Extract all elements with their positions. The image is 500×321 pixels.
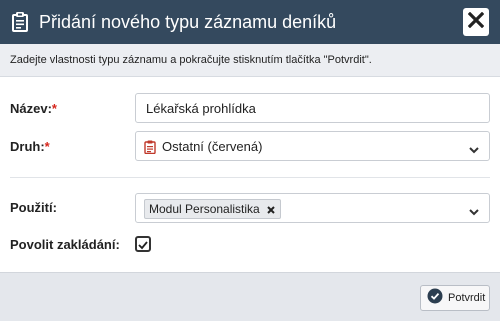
check-icon [137, 238, 149, 256]
divider [10, 177, 490, 178]
dialog-titlebar: Přidání nového typu záznamu deníků [0, 0, 500, 44]
allow-creation-checkbox[interactable] [135, 236, 151, 252]
check-circle-icon [427, 288, 443, 309]
kind-label-text: Druh: [10, 139, 45, 154]
clipboard-icon [144, 140, 156, 159]
dialog-footer: Potvrdit [0, 272, 500, 321]
name-label-text: Název: [10, 101, 52, 116]
dialog-title: Přidání nového typu záznamu deníků [39, 12, 337, 32]
usage-tag-label: Modul Personalistika [149, 202, 260, 216]
kind-label: Druh:* [10, 139, 50, 154]
allow-creation-label: Povolit zakládání: [10, 237, 120, 252]
usage-label: Použití: [10, 200, 57, 215]
chevron-down-icon [468, 142, 480, 154]
name-input[interactable]: Lékařská prohlídka [135, 93, 490, 123]
usage-tag: Modul Personalistika [144, 199, 281, 219]
required-mark: * [51, 101, 57, 116]
name-input-value: Lékařská prohlídka [146, 101, 256, 116]
required-mark: * [44, 139, 50, 154]
close-button[interactable] [463, 8, 489, 36]
confirm-button[interactable]: Potvrdit [420, 285, 490, 311]
kind-select-value: Ostatní (červená) [162, 139, 263, 154]
close-icon [467, 11, 485, 33]
usage-multiselect[interactable]: Modul Personalistika [135, 193, 490, 223]
confirm-button-label: Potvrdit [448, 292, 486, 304]
clipboard-icon [10, 11, 30, 33]
remove-tag-icon[interactable] [266, 204, 276, 214]
name-label: Název:* [10, 101, 57, 116]
chevron-down-icon [468, 204, 480, 216]
kind-select[interactable]: Ostatní (červená) [135, 131, 490, 161]
instructions-text: Zadejte vlastnosti typu záznamu a pokrač… [0, 44, 500, 77]
